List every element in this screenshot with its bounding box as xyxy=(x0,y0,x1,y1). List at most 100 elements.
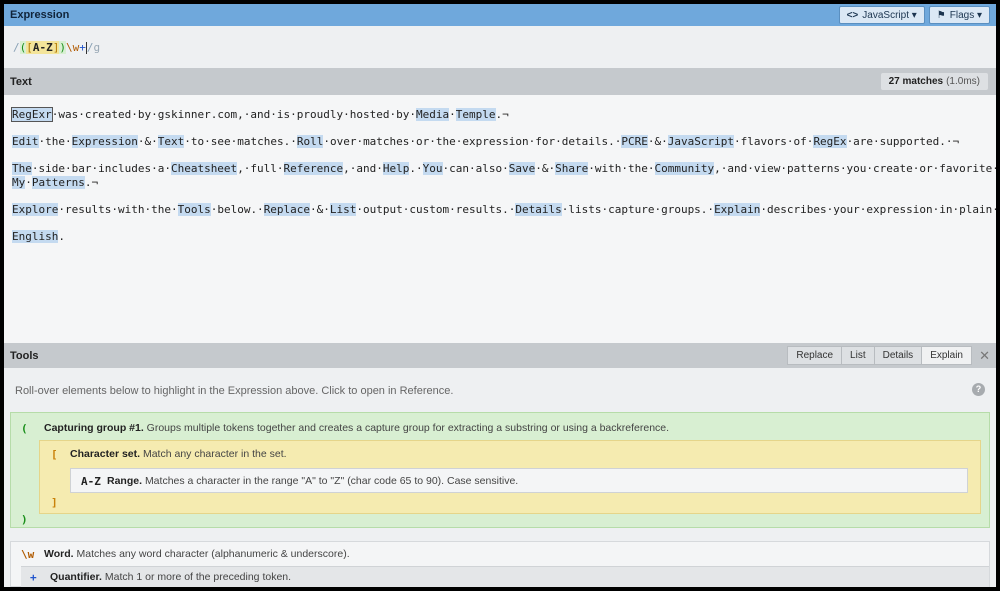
close-icon[interactable]: ✕ xyxy=(979,348,990,364)
set-desc: Match any character in the set. xyxy=(142,448,287,460)
group-desc: Groups multiple tokens together and crea… xyxy=(146,422,670,434)
match-highlight[interactable]: Text xyxy=(157,135,185,148)
regexr-window: Expression <> JavaScript ▾ ⚑ Flags ▾ /([… xyxy=(4,4,996,587)
word-desc: Matches any word character (alphanumeric… xyxy=(76,548,350,560)
quantifier-label: Quantifier. xyxy=(50,571,102,583)
match-time: (1.0ms) xyxy=(946,76,980,87)
tab-replace[interactable]: Replace xyxy=(787,346,843,365)
group-close-token[interactable]: ) xyxy=(59,41,66,54)
quantifier-symbol: + xyxy=(30,571,37,584)
match-highlight[interactable]: Expression xyxy=(71,135,138,148)
match-highlight[interactable]: RegEx xyxy=(813,135,847,148)
text-segment: ·flavors·of· xyxy=(733,135,814,148)
set-open-token[interactable]: [ xyxy=(26,41,33,54)
text-segment: ·side·bar·includes·a· xyxy=(31,162,171,175)
range-description-line: Range. Matches a character in the range … xyxy=(107,475,518,487)
group-close-symbol: ) xyxy=(21,513,28,526)
match-highlight[interactable]: You xyxy=(422,162,443,175)
match-highlight[interactable]: Replace xyxy=(263,202,311,216)
text-segment: ·over·matches·or·the·expression·for·deta… xyxy=(323,135,622,148)
match-highlight[interactable]: Tools xyxy=(177,202,211,216)
flags-button[interactable]: ⚑ Flags ▾ xyxy=(928,6,990,24)
match-highlight[interactable]: Explore xyxy=(12,202,59,216)
match-highlight[interactable]: Temple xyxy=(455,108,496,121)
explain-character-set[interactable]: [ Character set. Match any character in … xyxy=(39,440,981,514)
match-highlight[interactable]: Roll xyxy=(296,135,324,148)
set-open-symbol: [ xyxy=(51,448,58,461)
match-highlight[interactable]: JavaScript xyxy=(667,135,734,148)
quantifier-description-line: Quantifier. Match 1 or more of the prece… xyxy=(50,571,291,583)
match-highlight[interactable]: RegExr xyxy=(11,107,53,122)
text-editor[interactable]: RegExr·was·created·by·gskinner.com,·and·… xyxy=(4,95,996,343)
text-segment: ·output·custom·results.· xyxy=(356,202,516,216)
set-description-line: Character set. Match any character in th… xyxy=(70,448,287,460)
explain-word[interactable]: \w Word. Matches any word character (alp… xyxy=(10,541,990,587)
text-segment: ·&· xyxy=(137,135,158,148)
range-token[interactable]: A-Z xyxy=(32,41,53,54)
text-segment: ,·full· xyxy=(237,162,284,175)
flags-label: Flags ▾ xyxy=(949,9,982,21)
text-segment: ·&· xyxy=(647,135,668,148)
match-highlight[interactable]: Save xyxy=(508,162,536,175)
match-highlight[interactable]: List xyxy=(329,202,357,216)
text-line: Edit·the·Expression·&·Text·to·see·matche… xyxy=(12,135,996,149)
match-highlight[interactable]: My xyxy=(12,175,26,189)
tools-header: Tools Replace List Details Explain ✕ xyxy=(4,343,996,368)
text-segment: ,·and· xyxy=(343,162,383,175)
expression-input[interactable]: /([A-Z])\w+/g xyxy=(4,26,996,68)
text-line: The·side·bar·includes·a·Cheatsheet,·full… xyxy=(12,162,996,176)
tools-title: Tools xyxy=(10,349,39,362)
match-highlight[interactable]: Help xyxy=(382,162,410,175)
explain-hint: Roll-over elements below to highlight in… xyxy=(15,385,454,397)
explain-capturing-group[interactable]: ( Capturing group #1. Groups multiple to… xyxy=(10,412,990,528)
match-highlight[interactable]: Share xyxy=(555,162,589,175)
explain-range[interactable]: A-Z Range. Matches a character in the ra… xyxy=(70,468,968,493)
text-header: Text 27 matches (1.0ms) xyxy=(4,68,996,95)
text-segment: .¬ xyxy=(495,108,509,121)
match-highlight[interactable]: The xyxy=(12,162,32,175)
match-highlight[interactable]: Community xyxy=(654,162,715,175)
word-symbol: \w xyxy=(21,548,35,561)
close-delimiter: / xyxy=(86,41,94,54)
explain-quantifier[interactable]: + Quantifier. Match 1 or more of the pre… xyxy=(21,566,989,587)
word-token[interactable]: \w xyxy=(66,41,79,54)
set-close-symbol: ] xyxy=(51,496,58,509)
match-highlight[interactable]: Edit xyxy=(12,135,39,148)
text-segment: · xyxy=(449,108,456,121)
tab-details[interactable]: Details xyxy=(873,346,923,365)
tools-body: Roll-over elements below to highlight in… xyxy=(4,368,996,587)
text-line: English. xyxy=(12,229,996,244)
help-icon[interactable]: ? xyxy=(972,383,985,396)
range-label: Range. xyxy=(107,475,143,487)
text-title: Text xyxy=(10,75,32,88)
text-segment: ·results·with·the· xyxy=(58,202,178,216)
match-highlight[interactable]: Explain xyxy=(714,202,761,216)
text-line: RegExr·was·created·by·gskinner.com,·and·… xyxy=(11,107,996,122)
text-segment: · xyxy=(25,175,32,189)
flavor-label: JavaScript ▾ xyxy=(862,9,917,21)
text-segment: ·below.· xyxy=(210,202,264,216)
match-highlight[interactable]: English xyxy=(12,229,59,243)
code-icon: <> xyxy=(846,9,859,21)
tab-explain[interactable]: Explain xyxy=(921,346,972,365)
text-segment: ·was·created·by·gskinner.com,·and·is·pro… xyxy=(51,108,416,121)
tab-list[interactable]: List xyxy=(841,346,875,365)
match-highlight[interactable]: Details xyxy=(515,202,562,216)
text-segment: ·with·the· xyxy=(588,162,655,175)
match-highlight[interactable]: Media xyxy=(416,108,450,121)
flags-token[interactable]: g xyxy=(94,41,101,54)
text-segment: ·describes·your·expression·in·plain· xyxy=(760,202,996,216)
text-segment: . xyxy=(58,229,65,243)
open-delimiter: / xyxy=(13,41,20,54)
text-segment: ·can·also· xyxy=(442,162,509,175)
match-highlight[interactable]: PCRE xyxy=(621,135,648,148)
quantifier-token[interactable]: + xyxy=(79,41,86,54)
match-highlight[interactable]: Patterns xyxy=(31,175,85,189)
match-highlight[interactable]: Reference xyxy=(283,162,344,175)
text-segment: ·the· xyxy=(38,135,72,148)
match-count: 27 matches xyxy=(888,76,944,87)
text-line: Explore·results·with·the·Tools·below.·Re… xyxy=(12,202,996,217)
match-count-badge: 27 matches (1.0ms) xyxy=(880,73,988,90)
match-highlight[interactable]: Cheatsheet xyxy=(170,162,238,175)
flavor-button[interactable]: <> JavaScript ▾ xyxy=(838,6,925,24)
